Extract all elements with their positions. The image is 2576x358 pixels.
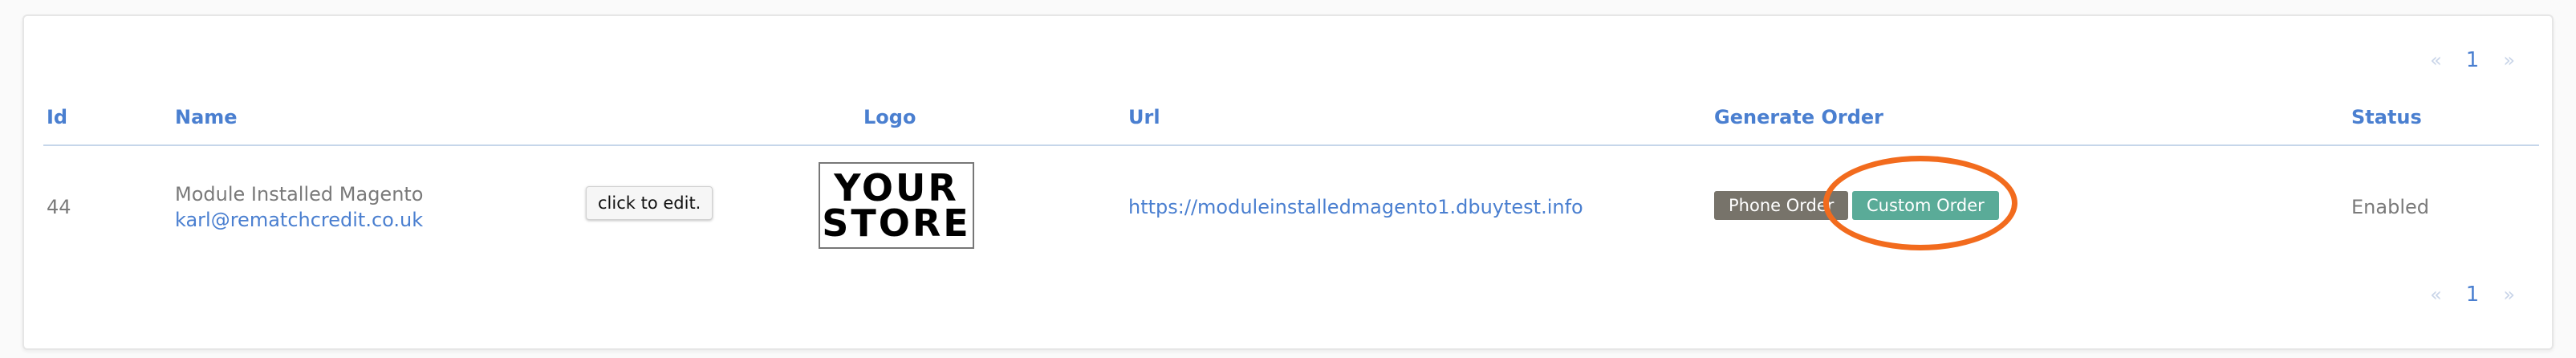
highlight-circle-annotation (1823, 156, 2017, 250)
pagination-page-1[interactable]: 1 (2466, 48, 2480, 72)
pagination-next[interactable]: » (2503, 283, 2515, 306)
pagination-bottom: « 1 » (2430, 283, 2515, 307)
pagination-top: « 1 » (2430, 48, 2515, 72)
store-id: 44 (47, 196, 71, 218)
pagination-next[interactable]: » (2503, 49, 2515, 71)
store-url-link[interactable]: https://moduleinstalledmagento1.dbuytest… (1128, 196, 1583, 218)
store-name-cell[interactable]: Module Installed Magento karl@rematchcre… (175, 181, 424, 233)
pagination-prev[interactable]: « (2430, 283, 2442, 306)
table-row: 44 Module Installed Magento karl@rematch… (43, 146, 2539, 266)
store-email-link[interactable]: karl@rematchcredit.co.uk (175, 207, 424, 233)
column-header-generate-order: Generate Order (1714, 106, 1884, 128)
pagination-page-1[interactable]: 1 (2466, 283, 2480, 307)
store-status: Enabled (2351, 196, 2429, 218)
column-header-name[interactable]: Name (175, 106, 238, 128)
store-name[interactable]: Module Installed Magento (175, 181, 424, 207)
column-header-status[interactable]: Status (2351, 106, 2422, 128)
pagination-prev[interactable]: « (2430, 49, 2442, 71)
store-logo: YOUR STORE (819, 162, 974, 249)
column-header-id[interactable]: Id (47, 106, 67, 128)
table-header: Id Name Logo Url Generate Order Status (43, 106, 2539, 146)
stores-card: « 1 » Id Name Logo Url Generate Order St… (22, 14, 2554, 350)
edit-tooltip: click to edit. (586, 186, 713, 220)
column-header-logo: Logo (863, 106, 916, 128)
store-logo-line-2: STORE (822, 201, 971, 245)
column-header-url[interactable]: Url (1128, 106, 1160, 128)
store-logo-line-1: YOUR (834, 166, 959, 210)
